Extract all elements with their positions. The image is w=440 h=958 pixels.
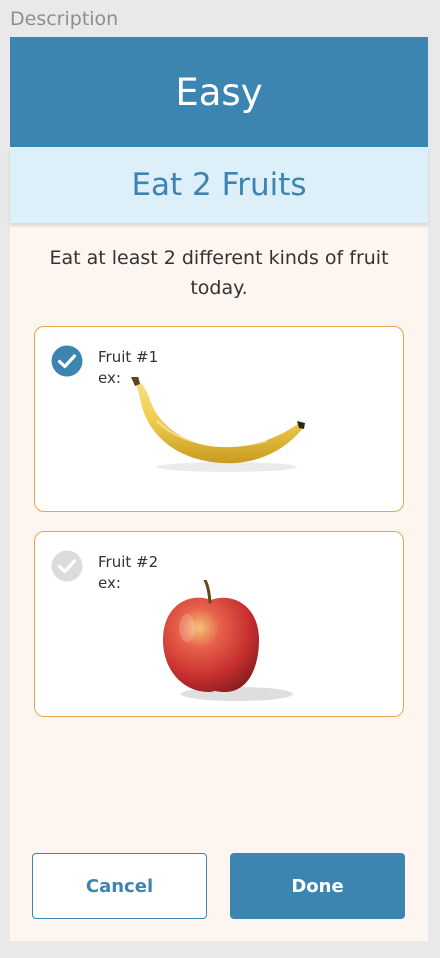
fruit-example-label: ex: — [98, 574, 121, 592]
fruit-label: Fruit #1 — [98, 348, 159, 366]
done-button[interactable]: Done — [230, 853, 405, 919]
challenge-instructions: Eat at least 2 different kinds of fruit … — [49, 247, 389, 299]
difficulty-banner: Easy — [10, 37, 428, 147]
fruit-item-1[interactable]: Fruit #1 ex: — [34, 326, 404, 512]
check-circle-outline-icon[interactable] — [51, 550, 83, 582]
challenge-title: Eat 2 Fruits — [131, 167, 307, 203]
fruit-item-2[interactable]: Fruit #2 ex: — [34, 531, 404, 717]
apple-image — [163, 580, 293, 701]
banana-image — [131, 377, 305, 472]
fruit-label: Fruit #2 — [98, 553, 159, 571]
check-circle-icon[interactable] — [51, 345, 83, 377]
fruit-example-label: ex: — [98, 369, 121, 387]
section-label: Description — [10, 8, 119, 30]
difficulty-level: Easy — [175, 70, 263, 114]
challenge-card: Easy Eat 2 Fruits Eat at least 2 differe… — [10, 37, 428, 941]
cancel-button[interactable]: Cancel — [32, 853, 207, 919]
challenge-title-banner: Eat 2 Fruits — [10, 147, 428, 223]
